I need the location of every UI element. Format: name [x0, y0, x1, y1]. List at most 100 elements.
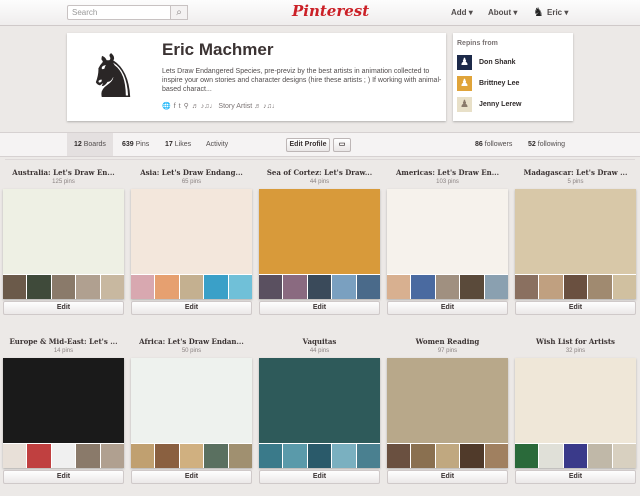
- board[interactable]: Australia: Let's Draw En... 125 pins Edit: [3, 168, 124, 340]
- search-input[interactable]: Search: [67, 5, 171, 20]
- board-thumbnail[interactable]: [612, 444, 636, 468]
- edit-profile-button[interactable]: Edit Profile: [286, 138, 330, 152]
- facebook-icon[interactable]: f: [174, 103, 176, 110]
- user-avatar-icon[interactable]: ♞: [533, 5, 544, 20]
- board-thumbnail[interactable]: [155, 275, 179, 299]
- board-thumbnail[interactable]: [283, 444, 307, 468]
- board-thumbnail[interactable]: [100, 444, 124, 468]
- board-thumbnail[interactable]: [411, 444, 435, 468]
- board-card[interactable]: [3, 189, 124, 299]
- board-thumbnail[interactable]: [356, 275, 380, 299]
- tab-activity[interactable]: Activity: [206, 133, 228, 156]
- board-thumbnail[interactable]: [259, 444, 283, 468]
- board-card[interactable]: [387, 189, 508, 299]
- board-thumbnail[interactable]: [563, 444, 588, 468]
- board-thumbnail[interactable]: [307, 444, 332, 468]
- board-title[interactable]: Wish List for Artists: [515, 337, 636, 346]
- about-menu[interactable]: About ▾: [488, 8, 517, 17]
- board-thumbnail[interactable]: [539, 275, 563, 299]
- repin-name[interactable]: Brittney Lee: [479, 80, 519, 87]
- twitter-icon[interactable]: t: [179, 103, 181, 110]
- board-thumbnail[interactable]: [155, 444, 179, 468]
- board-thumbnail[interactable]: [435, 444, 460, 468]
- board-title[interactable]: Vaquitas: [259, 337, 380, 346]
- board-thumbnail[interactable]: [332, 444, 356, 468]
- board-thumbnail[interactable]: [27, 444, 51, 468]
- board-thumbnail[interactable]: [204, 275, 228, 299]
- board[interactable]: Americas: Let's Draw En... 103 pins Edit: [387, 168, 508, 340]
- board-cover-image[interactable]: [3, 358, 124, 443]
- board-edit-button[interactable]: Edit: [131, 470, 252, 484]
- board-thumbnail[interactable]: [588, 275, 612, 299]
- board-title[interactable]: Sea of Cortez: Let's Draw...: [259, 168, 380, 177]
- followers-link[interactable]: 86 followers: [475, 133, 512, 156]
- board-cover-image[interactable]: [387, 358, 508, 443]
- board-thumbnail[interactable]: [515, 275, 539, 299]
- board-thumbnail[interactable]: [76, 444, 100, 468]
- board-thumbnail[interactable]: [612, 275, 636, 299]
- board[interactable]: Madagascar: Let's Draw ... 5 pins Edit: [515, 168, 636, 340]
- board-thumbnail[interactable]: [131, 275, 155, 299]
- board-edit-button[interactable]: Edit: [515, 470, 636, 484]
- board-thumbnail[interactable]: [387, 444, 411, 468]
- board-thumbnail[interactable]: [100, 275, 124, 299]
- following-link[interactable]: 52 following: [528, 133, 565, 156]
- screen-icon[interactable]: ▭: [333, 138, 351, 152]
- board-edit-button[interactable]: Edit: [3, 470, 124, 484]
- board-thumbnail[interactable]: [131, 444, 155, 468]
- repin-user[interactable]: ♟ Jenny Lerew: [457, 97, 569, 113]
- board-title[interactable]: Americas: Let's Draw En...: [387, 168, 508, 177]
- search-icon[interactable]: ⌕: [171, 5, 188, 20]
- board-thumbnail[interactable]: [283, 275, 307, 299]
- board-card[interactable]: [3, 358, 124, 468]
- board-title[interactable]: Asia: Let's Draw Endang...: [131, 168, 252, 177]
- board-thumbnail[interactable]: [179, 275, 204, 299]
- board-card[interactable]: [131, 189, 252, 299]
- board-card[interactable]: [387, 358, 508, 468]
- board-thumbnail[interactable]: [51, 444, 76, 468]
- board[interactable]: Asia: Let's Draw Endang... 65 pins Edit: [131, 168, 252, 340]
- board-thumbnail[interactable]: [179, 444, 204, 468]
- pinterest-logo[interactable]: Pinterest: [292, 2, 369, 20]
- board-edit-button[interactable]: Edit: [131, 301, 252, 315]
- board-title[interactable]: Madagascar: Let's Draw ...: [515, 168, 636, 177]
- board-thumbnail[interactable]: [228, 444, 252, 468]
- board-thumbnail[interactable]: [515, 444, 539, 468]
- board-thumbnail[interactable]: [3, 444, 27, 468]
- board-edit-button[interactable]: Edit: [387, 470, 508, 484]
- board[interactable]: Wish List for Artists 32 pins Edit: [515, 337, 636, 496]
- board-thumbnail[interactable]: [460, 444, 484, 468]
- board-cover-image[interactable]: [131, 358, 252, 443]
- board-cover-image[interactable]: [131, 189, 252, 274]
- tab-boards[interactable]: 12 Boards: [67, 133, 113, 156]
- board-edit-button[interactable]: Edit: [259, 470, 380, 484]
- tab-pins[interactable]: 639 Pins: [122, 133, 149, 156]
- board-thumbnail[interactable]: [435, 275, 460, 299]
- user-menu[interactable]: Eric ▾: [547, 8, 568, 17]
- repin-name[interactable]: Don Shank: [479, 59, 516, 66]
- board-thumbnail[interactable]: [27, 275, 51, 299]
- add-menu[interactable]: Add ▾: [451, 8, 473, 17]
- board[interactable]: Vaquitas 44 pins Edit: [259, 337, 380, 496]
- board-thumbnail[interactable]: [356, 444, 380, 468]
- board-thumbnail[interactable]: [484, 275, 508, 299]
- board-thumbnail[interactable]: [259, 275, 283, 299]
- board-thumbnail[interactable]: [76, 275, 100, 299]
- board-thumbnail[interactable]: [563, 275, 588, 299]
- board-cover-image[interactable]: [515, 189, 636, 274]
- board-edit-button[interactable]: Edit: [259, 301, 380, 315]
- board-thumbnail[interactable]: [228, 275, 252, 299]
- board-card[interactable]: [131, 358, 252, 468]
- board-thumbnail[interactable]: [332, 275, 356, 299]
- board-title[interactable]: Africa: Let's Draw Endan...: [131, 337, 252, 346]
- repin-user[interactable]: ♟ Brittney Lee: [457, 76, 569, 92]
- board-edit-button[interactable]: Edit: [3, 301, 124, 315]
- board-cover-image[interactable]: [259, 358, 380, 443]
- board-thumbnail[interactable]: [411, 275, 435, 299]
- board-card[interactable]: [259, 189, 380, 299]
- board[interactable]: Women Reading 97 pins Edit: [387, 337, 508, 496]
- board[interactable]: Sea of Cortez: Let's Draw... 44 pins Edit: [259, 168, 380, 340]
- board-thumbnail[interactable]: [484, 444, 508, 468]
- board-cover-image[interactable]: [387, 189, 508, 274]
- board-thumbnail[interactable]: [588, 444, 612, 468]
